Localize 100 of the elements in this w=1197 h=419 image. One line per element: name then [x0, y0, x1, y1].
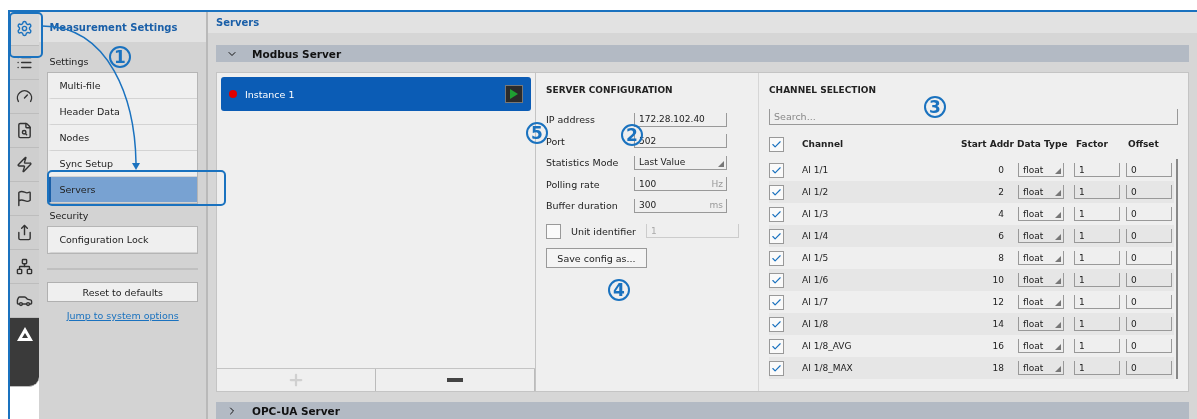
table-cell-text: AI 1/8_AVG	[802, 341, 853, 352]
menu-item[interactable]: Header Data	[48, 99, 197, 125]
input-field[interactable]: 100 Hz	[634, 177, 727, 192]
input-field[interactable]: 1	[1074, 185, 1120, 200]
callout-number: 1	[109, 46, 131, 68]
play-button[interactable]	[505, 85, 523, 103]
input-field[interactable]: 1	[1074, 251, 1120, 266]
rail-icon	[16, 88, 34, 105]
input-field[interactable]: 172.28.102.40	[634, 112, 727, 127]
plus-icon	[287, 371, 305, 389]
table-cell-text: AI 1/5	[802, 253, 830, 264]
system-options-link[interactable]: Jump to system options	[47, 310, 198, 321]
column-header: Data Type	[1016, 139, 1069, 150]
input-field[interactable]: 0	[1126, 361, 1172, 376]
input-field[interactable]: 0	[1126, 317, 1172, 332]
rail-icon	[16, 122, 34, 139]
check-icon	[771, 230, 782, 242]
reset-button[interactable]: Reset to defaults	[47, 282, 198, 302]
column-header: Offset	[1127, 139, 1160, 150]
table-cell-text: 16	[991, 341, 1005, 352]
field-label: Port	[546, 135, 566, 147]
dropdown[interactable]: float	[1018, 163, 1064, 178]
input-field[interactable]: 300 ms	[634, 198, 727, 213]
check-icon	[771, 138, 782, 150]
section-heading: CHANNEL SELECTION	[769, 85, 877, 95]
table-cell-text: AI 1/4	[802, 231, 830, 242]
input-field[interactable]: 0	[1126, 163, 1172, 178]
input-field[interactable]: 0	[1126, 339, 1172, 354]
field-label: Polling rate	[546, 178, 601, 190]
checkbox[interactable]	[546, 223, 561, 239]
dropdown[interactable]: float	[1018, 295, 1064, 310]
check-icon	[771, 208, 782, 220]
input-field[interactable]: 0	[1126, 229, 1172, 244]
section-header[interactable]: Modbus Server	[216, 45, 1189, 62]
menu-item[interactable]: Servers	[48, 177, 197, 203]
table-cell-text: 4	[997, 209, 1005, 220]
dropdown[interactable]: float	[1018, 229, 1064, 244]
table-cell-text: AI 1/3	[802, 209, 830, 220]
input-field[interactable]: 1	[1074, 295, 1120, 310]
dropdown[interactable]: float	[1018, 207, 1064, 222]
panel-title: Measurement Settings	[39, 12, 206, 42]
triangle-logo-icon	[15, 326, 34, 342]
page-title: Servers	[208, 12, 1197, 33]
checkbox[interactable]	[769, 136, 784, 152]
input-field[interactable]: 0	[1126, 273, 1172, 288]
check-icon	[771, 362, 782, 374]
dropdown[interactable]: float	[1018, 273, 1064, 288]
menu-item[interactable]: Multi-file	[48, 73, 197, 99]
rail-icon	[16, 224, 34, 241]
field-label: IP address	[546, 114, 596, 126]
checkbox[interactable]	[769, 272, 784, 288]
table-cell-text: AI 1/1	[802, 165, 830, 176]
check-icon	[771, 164, 782, 176]
callout-number: 4	[608, 279, 630, 301]
dropdown[interactable]: float	[1018, 361, 1064, 376]
input-field[interactable]: 0	[1126, 295, 1172, 310]
checkbox[interactable]	[769, 338, 784, 354]
checkbox[interactable]	[769, 360, 784, 376]
checkbox[interactable]	[769, 228, 784, 244]
dropdown[interactable]: float	[1018, 317, 1064, 332]
checkbox[interactable]	[769, 294, 784, 310]
input-field[interactable]: 0	[1126, 207, 1172, 222]
checkbox[interactable]	[769, 206, 784, 222]
play-icon	[510, 89, 518, 99]
callout-number: 3	[924, 96, 946, 118]
checkbox[interactable]	[769, 316, 784, 332]
logo-button[interactable]	[10, 318, 40, 387]
check-icon	[771, 318, 782, 330]
checkbox[interactable]	[769, 162, 784, 178]
input-field[interactable]: 0	[1126, 251, 1172, 266]
input-field[interactable]: 1	[1074, 339, 1120, 354]
table-cell-text: AI 1/2	[802, 187, 830, 198]
menu-item[interactable]: Configuration Lock	[48, 227, 197, 253]
input-field[interactable]: 1	[1074, 317, 1120, 332]
table-cell-text: 6	[997, 231, 1005, 242]
input-field[interactable]: 1	[1074, 207, 1120, 222]
dropdown[interactable]: float	[1018, 185, 1064, 200]
table-cell-text: AI 1/8_MAX	[802, 363, 854, 374]
rail-icon	[16, 20, 34, 37]
dropdown[interactable]: Last Value	[634, 155, 727, 170]
table-cell-text: 18	[991, 363, 1005, 374]
checkbox[interactable]	[769, 184, 784, 200]
section-header[interactable]: OPC-UA Server	[216, 402, 1189, 419]
check-icon	[771, 274, 782, 286]
instance-item[interactable]: Instance 1	[221, 77, 531, 111]
table-cell-text: AI 1/7	[802, 297, 830, 308]
input-field[interactable]: 1	[1074, 361, 1120, 376]
save-config-button[interactable]: Save config as...	[546, 248, 647, 268]
table-cell-text: 0	[997, 165, 1005, 176]
table-cell-text: AI 1/8	[802, 319, 830, 330]
input-field[interactable]: 1	[1074, 163, 1120, 178]
table-cell-text: 8	[997, 253, 1005, 264]
dropdown[interactable]: float	[1018, 339, 1064, 354]
callout-number: 5	[526, 122, 548, 144]
menu-item[interactable]: Nodes	[48, 125, 197, 151]
dropdown[interactable]: float	[1018, 251, 1064, 266]
input-field[interactable]: 1	[1074, 229, 1120, 244]
input-field[interactable]: 1	[1074, 273, 1120, 288]
input-field[interactable]: 0	[1126, 185, 1172, 200]
checkbox[interactable]	[769, 250, 784, 266]
